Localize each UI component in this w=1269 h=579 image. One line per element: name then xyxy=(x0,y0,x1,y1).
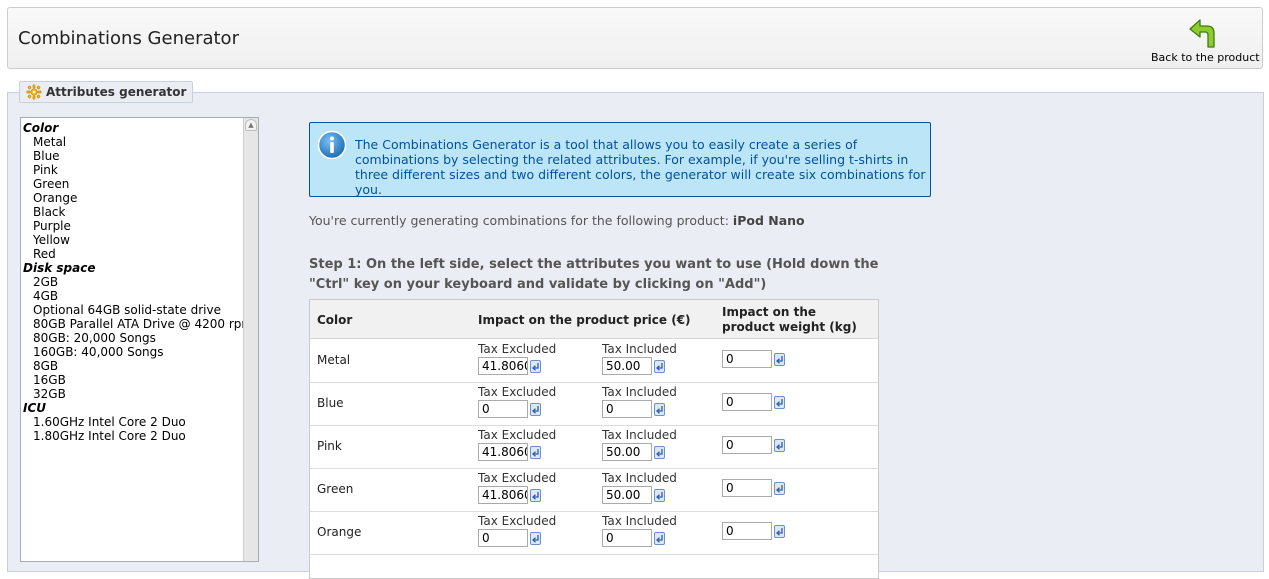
gear-icon xyxy=(26,84,42,100)
tax-excluded-label: Tax Excluded xyxy=(478,471,557,485)
tax-excluded-label: Tax Excluded xyxy=(478,342,557,356)
current-product-prefix: You're currently generating combinations… xyxy=(309,213,729,228)
attributes-select[interactable]: Color Metal Blue Pink Green Orange Black Purple… xyxy=(20,117,259,562)
back-to-product-label[interactable]: Back to the product xyxy=(1151,51,1260,64)
attributes-generator-legend: Attributes generator xyxy=(19,81,194,103)
table-header-row: Color Impact on the product price (€) Im… xyxy=(310,300,878,339)
attribute-option[interactable]: Blue xyxy=(23,149,242,163)
attribute-option[interactable]: Yellow xyxy=(23,233,242,247)
tax-excluded-input[interactable]: 0 xyxy=(478,529,528,547)
optgroup-label: ICU xyxy=(23,401,47,415)
attribute-option[interactable]: Purple xyxy=(23,219,242,233)
attribute-option[interactable]: 160GB: 40,000 Songs xyxy=(23,345,242,359)
weight-impact-input[interactable]: 0 xyxy=(722,479,772,497)
attribute-option[interactable]: 80GB: 20,000 Songs xyxy=(23,331,242,345)
info-text: The Combinations Generator is a tool tha… xyxy=(355,137,926,197)
legend-label: Attributes generator xyxy=(46,85,187,99)
tax-included-label: Tax Included xyxy=(602,471,677,485)
row-attribute-name: Orange xyxy=(317,525,362,539)
table-row: Pink Tax Excluded41.806020 Tax Included50.… xyxy=(310,425,878,469)
attribute-option[interactable]: Metal xyxy=(23,135,242,149)
weight-impact-input[interactable]: 0 xyxy=(722,393,772,411)
attribute-option[interactable]: Black xyxy=(23,205,242,219)
copy-value-icon[interactable] xyxy=(774,396,785,409)
info-message: The Combinations Generator is a tool tha… xyxy=(309,122,931,197)
tax-included-input[interactable]: 50.00 xyxy=(602,486,652,504)
attribute-option[interactable]: Green xyxy=(23,177,242,191)
tax-included-label: Tax Included xyxy=(602,514,677,528)
table-row: Blue Tax Excluded 0 Tax Included 0 0 xyxy=(310,382,878,426)
tax-excluded-input[interactable]: 41.806020 xyxy=(478,357,528,375)
copy-value-icon[interactable] xyxy=(654,360,665,373)
weight-impact-input[interactable]: 0 xyxy=(722,350,772,368)
tax-included-label: Tax Included xyxy=(602,342,677,356)
tax-excluded-label: Tax Excluded xyxy=(478,428,557,442)
attribute-option[interactable]: 8GB xyxy=(23,359,242,373)
copy-value-icon[interactable] xyxy=(654,403,665,416)
attributes-scrollbar[interactable]: ▲ xyxy=(243,118,258,561)
tax-excluded-label: Tax Excluded xyxy=(478,514,557,528)
tax-excluded-input[interactable]: 41.806020 xyxy=(478,486,528,504)
attribute-option[interactable]: 32GB xyxy=(23,387,242,401)
attribute-option[interactable]: 16GB xyxy=(23,373,242,387)
current-product-line: You're currently generating combinations… xyxy=(309,213,805,228)
row-attribute-name: Metal xyxy=(317,353,351,367)
copy-value-icon[interactable] xyxy=(530,532,541,545)
attribute-option[interactable]: 4GB xyxy=(23,289,242,303)
copy-value-icon[interactable] xyxy=(654,532,665,545)
copy-value-icon[interactable] xyxy=(774,482,785,495)
tax-excluded-input[interactable]: 41.806020 xyxy=(478,443,528,461)
tax-included-label: Tax Included xyxy=(602,428,677,442)
impact-table: Color Impact on the product price (€) Im… xyxy=(309,299,879,579)
copy-value-icon[interactable] xyxy=(774,439,785,452)
row-attribute-name: Pink xyxy=(317,439,342,453)
back-arrow-icon xyxy=(1189,19,1215,48)
optgroup-label: Disk space xyxy=(23,261,96,275)
copy-value-icon[interactable] xyxy=(530,489,541,502)
weight-impact-input[interactable]: 0 xyxy=(722,522,772,540)
tax-included-input[interactable]: 50.00 xyxy=(602,443,652,461)
scroll-up-arrow-icon[interactable]: ▲ xyxy=(245,119,257,131)
current-product-name: iPod Nano xyxy=(732,213,805,228)
row-attribute-name: Green xyxy=(317,482,354,496)
attribute-option[interactable]: 1.80GHz Intel Core 2 Duo xyxy=(23,429,242,443)
header-color: Color xyxy=(317,313,353,327)
copy-value-icon[interactable] xyxy=(530,360,541,373)
attribute-option[interactable]: Orange xyxy=(23,191,242,205)
tax-excluded-label: Tax Excluded xyxy=(478,385,557,399)
toolbar-header: Combinations Generator Back to the produ… xyxy=(7,7,1263,69)
header-weight-impact: Impact on the product weight (kg) xyxy=(722,305,857,334)
step-1-title: Step 1: On the left side, select the att… xyxy=(309,257,879,292)
attributes-options: Color Metal Blue Pink Green Orange Black Purple… xyxy=(23,121,253,443)
page-title: Combinations Generator xyxy=(18,28,239,49)
table-row: Green Tax Excluded41.806020 Tax Included50… xyxy=(310,468,878,512)
info-icon xyxy=(317,130,347,160)
back-to-product-button[interactable]: Back to the product xyxy=(1151,17,1260,64)
row-attribute-name: Blue xyxy=(317,396,344,410)
attribute-option[interactable]: 2GB xyxy=(23,275,242,289)
attribute-option[interactable]: 1.60GHz Intel Core 2 Duo xyxy=(23,415,242,429)
tax-included-input[interactable]: 0 xyxy=(602,529,652,547)
copy-value-icon[interactable] xyxy=(774,525,785,538)
attribute-option[interactable]: Red xyxy=(23,247,242,261)
copy-value-icon[interactable] xyxy=(774,353,785,366)
copy-value-icon[interactable] xyxy=(530,446,541,459)
attribute-option[interactable]: Optional 64GB solid-state drive xyxy=(23,303,242,317)
copy-value-icon[interactable] xyxy=(654,446,665,459)
tax-included-input[interactable]: 0 xyxy=(602,400,652,418)
tax-included-input[interactable]: 50.00 xyxy=(602,357,652,375)
table-row: Metal Tax Excluded41.806020 Tax Included50… xyxy=(310,339,878,383)
tax-included-label: Tax Included xyxy=(602,385,677,399)
copy-value-icon[interactable] xyxy=(530,403,541,416)
optgroup-label: Color xyxy=(23,121,59,135)
attribute-option[interactable]: 80GB Parallel ATA Drive @ 4200 rpm xyxy=(23,317,253,331)
header-price-impact: Impact on the product price (€) xyxy=(478,313,691,327)
tax-excluded-input[interactable]: 0 xyxy=(478,400,528,418)
attribute-option[interactable]: Pink xyxy=(23,163,242,177)
weight-impact-input[interactable]: 0 xyxy=(722,436,772,454)
table-row: Orange Tax Excluded 0 Tax Included 0 0 xyxy=(310,511,878,555)
copy-value-icon[interactable] xyxy=(654,489,665,502)
